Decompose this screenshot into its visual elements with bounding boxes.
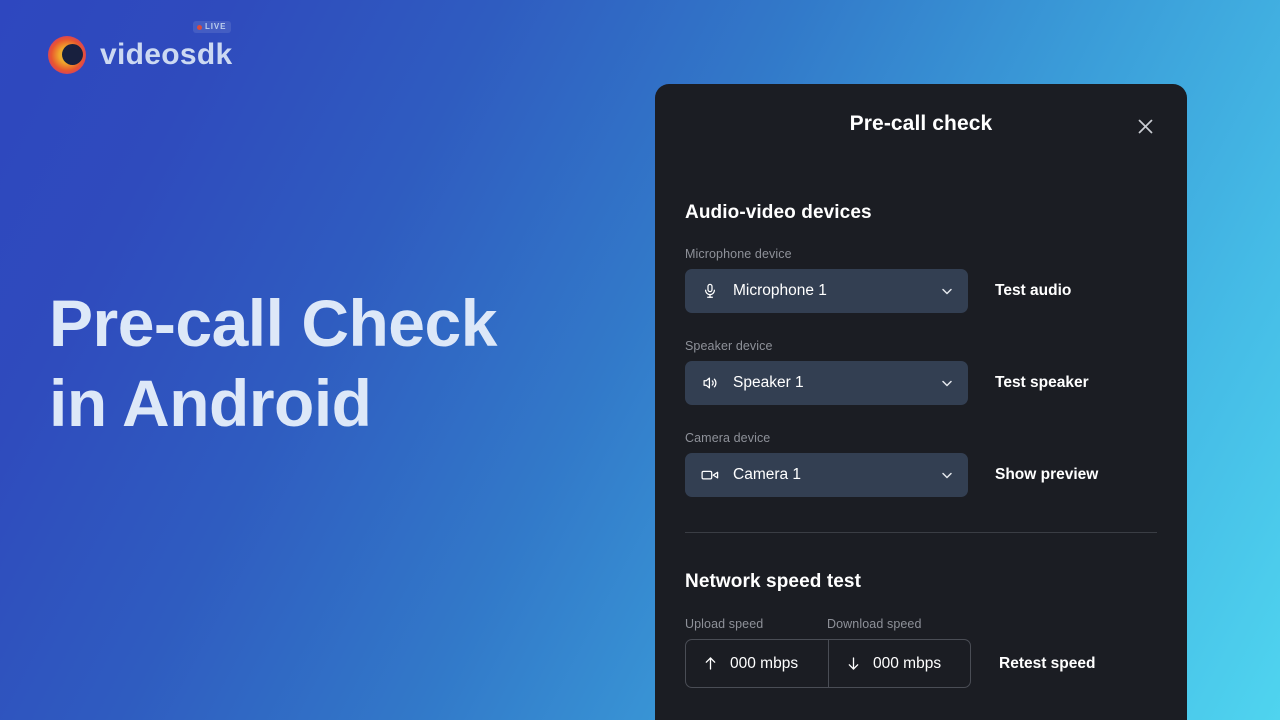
speed-readout-group: 000 mbps 000 mbps	[685, 639, 971, 688]
speed-values-row: 000 mbps 000 mbps Retest speed	[685, 639, 1157, 688]
camera-field-group: Camera device Camera 1 Show preview	[685, 431, 1157, 497]
speaker-device-label: Speaker device	[685, 339, 773, 353]
chevron-down-icon	[940, 468, 954, 482]
page-title: Pre-call check	[849, 112, 993, 135]
speaker-device-value: Speaker 1	[733, 374, 804, 391]
hero-line-2: in Android	[49, 366, 372, 440]
speed-labels-row: Upload speed Download speed	[685, 617, 1157, 631]
brand-wordmark: videosdk LIVE	[100, 21, 233, 71]
retest-speed-button[interactable]: Retest speed	[999, 655, 1095, 673]
close-button[interactable]	[1131, 112, 1159, 140]
close-icon	[1136, 117, 1155, 136]
live-dot-icon	[197, 24, 202, 30]
arrow-down-icon	[847, 656, 861, 672]
microphone-device-value: Microphone 1	[733, 282, 827, 299]
download-speed-label: Download speed	[827, 617, 922, 631]
download-speed-value: 000 mbps	[873, 654, 942, 672]
brand-logo: videosdk LIVE	[48, 21, 233, 74]
hero-heading: Pre-call Check in Android	[49, 283, 609, 443]
brand-name: videosdk	[100, 38, 233, 71]
microphone-device-select[interactable]: Microphone 1	[685, 269, 968, 313]
section-divider	[685, 532, 1157, 533]
microphone-icon	[701, 282, 719, 300]
live-badge-label: LIVE	[205, 22, 227, 31]
test-speaker-button[interactable]: Test speaker	[995, 374, 1089, 392]
panel-body: Audio-video devices Microphone device Mi…	[655, 202, 1187, 688]
microphone-field-group: Microphone device Microphone 1 Test audi…	[685, 247, 1157, 313]
chevron-down-icon	[940, 376, 954, 390]
speaker-device-select[interactable]: Speaker 1	[685, 361, 968, 405]
camera-device-value: Camera 1	[733, 466, 802, 483]
camera-device-select[interactable]: Camera 1	[685, 453, 968, 497]
upload-speed-cell: 000 mbps	[686, 640, 828, 687]
pre-call-check-panel: Pre-call check Audio-video devices Micro…	[655, 84, 1187, 720]
panel-header: Pre-call check	[655, 84, 1187, 164]
camera-device-label: Camera device	[685, 431, 771, 445]
microphone-row: Microphone 1 Test audio	[685, 269, 1157, 313]
upload-speed-value: 000 mbps	[730, 654, 799, 672]
show-preview-button[interactable]: Show preview	[995, 466, 1098, 484]
videosdk-eclipse-logo-icon	[48, 36, 86, 74]
live-badge: LIVE	[193, 21, 232, 33]
upload-speed-label: Upload speed	[685, 617, 764, 631]
camera-row: Camera 1 Show preview	[685, 453, 1157, 497]
chevron-down-icon	[940, 284, 954, 298]
hero-line-1: Pre-call Check	[49, 286, 497, 360]
download-speed-cell: 000 mbps	[828, 640, 970, 687]
speaker-row: Speaker 1 Test speaker	[685, 361, 1157, 405]
video-camera-icon	[701, 466, 719, 484]
microphone-device-label: Microphone device	[685, 247, 792, 261]
test-audio-button[interactable]: Test audio	[995, 282, 1071, 300]
arrow-up-icon	[704, 656, 718, 672]
audio-video-devices-heading: Audio-video devices	[685, 202, 872, 223]
speaker-icon	[701, 374, 719, 392]
network-speed-test-heading: Network speed test	[685, 571, 862, 592]
speaker-field-group: Speaker device Speaker 1 Test speaker	[685, 339, 1157, 405]
